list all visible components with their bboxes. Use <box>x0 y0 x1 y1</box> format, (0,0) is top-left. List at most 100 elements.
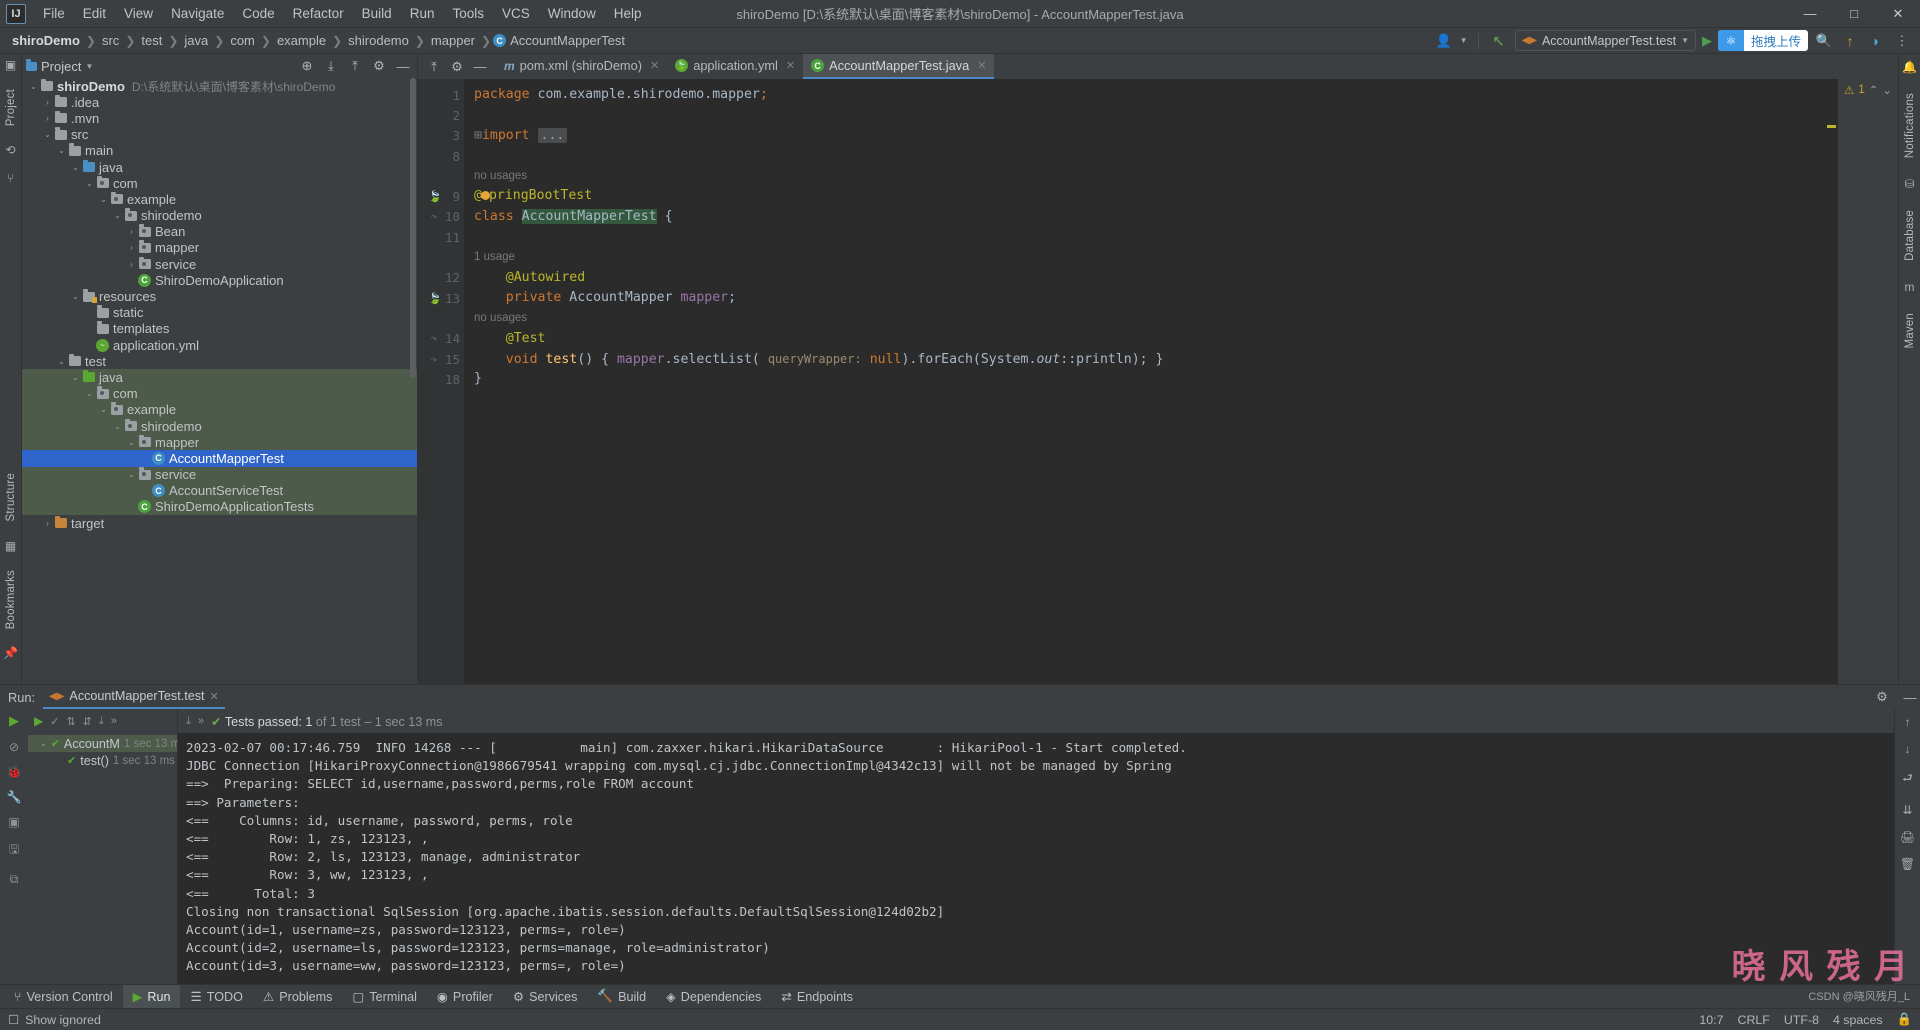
menu-edit[interactable]: Edit <box>74 2 115 25</box>
usage-hint[interactable]: 1 usage <box>474 251 515 263</box>
breadcrumb-item-mapper[interactable]: mapper <box>427 32 479 49</box>
tool-button-services[interactable]: ⚙ Services <box>503 985 588 1009</box>
gutter-marker-icon[interactable]: 🍃 <box>428 292 442 305</box>
tree-node-test[interactable]: ⌄ test <box>22 353 417 369</box>
breadcrumb-item-java[interactable]: java <box>180 32 212 49</box>
tree-node-service[interactable]: › service <box>22 256 417 272</box>
tree-node-bean[interactable]: › Bean <box>22 224 417 240</box>
code-hint-line[interactable]: no usages <box>474 166 1824 186</box>
gutter-line[interactable]: 8 <box>418 146 464 166</box>
gutter-line[interactable]: ↷ 10 <box>418 207 464 227</box>
breadcrumb-item-test[interactable]: test <box>137 32 166 49</box>
editor-gutter[interactable]: 1 2 3 8 🍃 9 ↷ 10 11 12 🍃 13 ↷ 14 ↷ 15 18 <box>418 79 464 684</box>
tree-node-mapper[interactable]: › mapper <box>22 240 417 256</box>
export-icon[interactable]: 🖫 <box>9 840 19 861</box>
tree-node-example[interactable]: ⌄ example <box>22 401 417 418</box>
gutter-line[interactable] <box>418 247 464 267</box>
tool-button-problems[interactable]: ⚠ Problems <box>253 985 343 1009</box>
gutter-marker-icon[interactable]: ↷ <box>428 210 440 223</box>
test-tree-row[interactable]: ⌄ ✔ AccountM 1 sec 13 ms <box>28 735 186 752</box>
hide-editor-icon[interactable]: — <box>470 57 490 77</box>
tree-toggle-icon[interactable]: ⌄ <box>70 163 81 172</box>
expand-tests-icon[interactable]: ⤓ <box>99 715 104 728</box>
checkbox-icon[interactable]: ☐ <box>8 1012 19 1027</box>
lock-icon[interactable]: 🔒 <box>1897 1012 1912 1027</box>
warning-stripe-mark[interactable] <box>1827 125 1836 128</box>
breadcrumb-item-src[interactable]: src <box>98 32 123 49</box>
menu-run[interactable]: Run <box>401 2 444 25</box>
menu-help[interactable]: Help <box>605 2 651 25</box>
hide-panel-icon[interactable]: — <box>1900 687 1920 707</box>
tree-node-java[interactable]: ⌄ java <box>22 369 417 386</box>
tab-account-mapper-test[interactable]: C AccountMapperTest.java ✕ <box>803 54 995 79</box>
settings-wrench-icon[interactable]: 🔧 <box>7 790 22 804</box>
tree-node-mapper[interactable]: ⌄ mapper <box>22 434 417 451</box>
tree-node-java[interactable]: ⌄ java <box>22 159 417 175</box>
code-line[interactable]: void test() { mapper.selectList( queryWr… <box>474 349 1824 369</box>
maximize-button[interactable]: □ <box>1832 0 1876 27</box>
code-content[interactable]: package com.example.shirodemo.mapper; ⊞im… <box>464 79 1824 684</box>
tree-node-shirodemoapplication[interactable]: C ShiroDemoApplication <box>22 272 417 288</box>
tree-toggle-icon[interactable]: ⌄ <box>98 195 109 204</box>
menu-window[interactable]: Window <box>539 2 605 25</box>
gutter-line[interactable]: 11 <box>418 227 464 247</box>
layout-icon[interactable]: ▣ <box>8 815 19 829</box>
tree-toggle-icon[interactable]: ⌄ <box>126 470 137 479</box>
tree-toggle-icon[interactable]: ⌄ <box>40 739 47 748</box>
tree-node-src[interactable]: ⌄ src <box>22 127 417 143</box>
commit-icon[interactable]: ⟲ <box>5 143 15 157</box>
indent-setting[interactable]: 4 spaces <box>1833 1013 1883 1027</box>
gutter-line[interactable]: 12 <box>418 268 464 288</box>
bookmarks-grid-icon[interactable]: ▦ <box>5 539 16 553</box>
pin-icon[interactable]: 📌 <box>3 646 18 660</box>
tool-button-version-control[interactable]: ⑂ Version Control <box>4 985 123 1009</box>
rail-item-project[interactable]: Project <box>5 86 17 129</box>
code-line[interactable]: class AccountMapperTest { <box>474 207 1824 227</box>
tool-button-build[interactable]: 🔨 Build <box>587 985 656 1009</box>
tree-node--mvn[interactable]: › .mvn <box>22 110 417 126</box>
tree-node-shirodemo[interactable]: ⌄ shirodemo <box>22 208 417 224</box>
gutter-line[interactable]: ↷ 14 <box>418 329 464 349</box>
gutter-line[interactable]: 🍃 13 <box>418 288 464 308</box>
update-icon[interactable]: ↑ <box>1840 31 1860 51</box>
code-line[interactable]: private AccountMapper mapper; <box>474 288 1824 308</box>
tree-toggle-icon[interactable]: › <box>42 98 53 107</box>
menu-view[interactable]: View <box>115 2 162 25</box>
rerun-icon[interactable]: ▶ <box>9 713 19 729</box>
project-tree[interactable]: ⌄ shiroDemo D:\系统默认\桌面\博客素材\shiroDemo › .ide… <box>22 78 417 684</box>
minimize-button[interactable]: — <box>1788 0 1832 27</box>
run-button[interactable]: ▶ <box>1702 33 1712 49</box>
gutter-marker-icon[interactable]: ↷ <box>428 353 440 366</box>
collapse-all-icon[interactable]: ⤓ <box>321 56 341 76</box>
code-hint-line[interactable]: no usages <box>474 308 1824 328</box>
filter-icon[interactable]: ⧉ <box>10 872 19 887</box>
tree-toggle-icon[interactable]: ⌄ <box>70 292 81 301</box>
tree-toggle-icon[interactable]: ⌄ <box>126 438 137 447</box>
gutter-line[interactable]: ↷ 15 <box>418 349 464 369</box>
code-line[interactable]: } <box>474 369 1824 389</box>
tree-node-resources[interactable]: ⌄ resources <box>22 288 417 304</box>
tree-toggle-icon[interactable]: › <box>42 114 53 123</box>
locate-icon[interactable]: ⊕ <box>297 56 317 76</box>
upload-widget[interactable]: ⚛ 拖拽上传 <box>1717 30 1808 51</box>
code-line[interactable]: @ pringBootTest <box>474 186 1824 206</box>
error-stripe[interactable] <box>1824 79 1838 684</box>
tree-toggle-icon[interactable]: ⌄ <box>42 130 53 139</box>
more-icon[interactable]: » <box>198 715 204 727</box>
tree-node-service[interactable]: ⌄ service <box>22 466 417 483</box>
caret-position[interactable]: 10:7 <box>1699 1013 1723 1027</box>
menu-refactor[interactable]: Refactor <box>284 2 353 25</box>
tree-node-com[interactable]: ⌄ com <box>22 175 417 191</box>
tree-toggle-icon[interactable]: ⌄ <box>112 422 123 431</box>
tree-toggle-icon[interactable]: ⌄ <box>98 405 109 414</box>
code-line[interactable]: ⊞import ... <box>474 126 1824 146</box>
tree-node--idea[interactable]: › .idea <box>22 94 417 110</box>
chevron-down-icon[interactable]: ▼ <box>85 62 93 71</box>
code-line[interactable]: @Autowired <box>474 268 1824 288</box>
hide-panel-icon[interactable]: — <box>393 56 413 76</box>
expand-icon[interactable]: ⤒ <box>424 57 444 77</box>
debug-icon[interactable]: 🐞 <box>7 765 22 779</box>
tree-toggle-icon[interactable]: › <box>42 519 53 528</box>
gutter-line[interactable] <box>418 166 464 186</box>
tree-node-target[interactable]: › target <box>22 515 417 531</box>
